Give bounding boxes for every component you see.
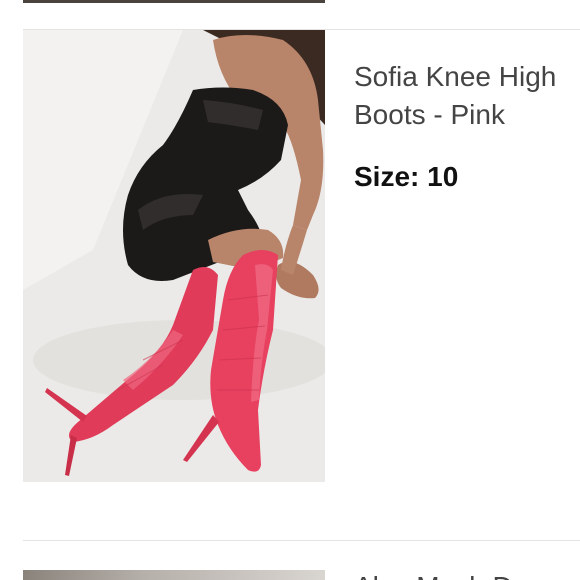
product-list-page: Sofia Knee High Boots - Pink Size: 10 Al… [0,0,580,580]
next-product-title[interactable]: Alex Mesh D... [354,568,536,580]
size-value: 10 [427,161,459,192]
product-size: Size: 10 [354,158,458,196]
size-label: Size: [354,161,420,192]
product-title[interactable]: Sofia Knee High Boots - Pink [354,58,580,134]
previous-product-image[interactable] [23,0,325,3]
divider [23,540,580,541]
product-photo-illustration [23,30,325,482]
product-image[interactable] [23,30,325,482]
next-product-image[interactable] [23,570,325,580]
